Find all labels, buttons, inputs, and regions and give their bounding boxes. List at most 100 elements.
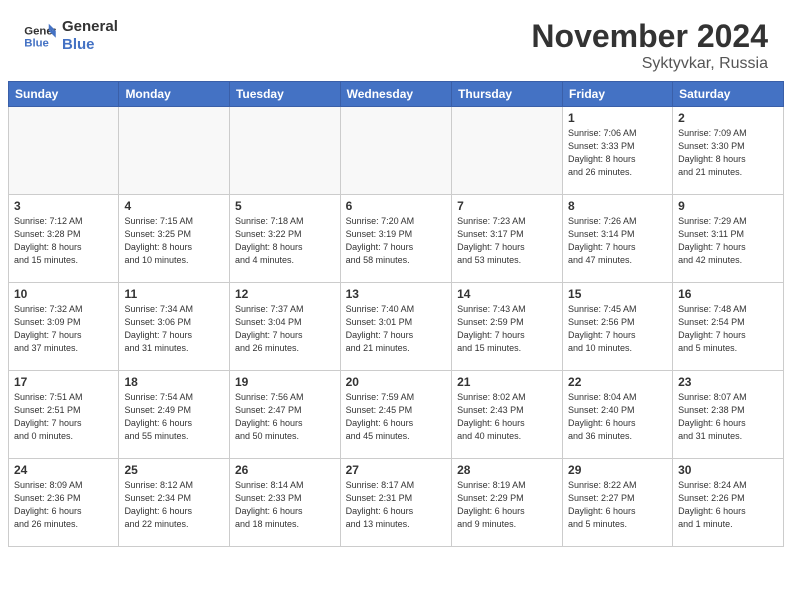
day-info: Sunrise: 8:24 AM Sunset: 2:26 PM Dayligh… <box>678 479 778 531</box>
day-info: Sunrise: 7:12 AM Sunset: 3:28 PM Dayligh… <box>14 215 113 267</box>
day-number: 5 <box>235 199 335 213</box>
day-info: Sunrise: 7:09 AM Sunset: 3:30 PM Dayligh… <box>678 127 778 179</box>
day-number: 13 <box>346 287 446 301</box>
day-number: 16 <box>678 287 778 301</box>
day-number: 25 <box>124 463 224 477</box>
calendar-cell: 16Sunrise: 7:48 AM Sunset: 2:54 PM Dayli… <box>673 283 784 371</box>
weekday-header-saturday: Saturday <box>673 82 784 107</box>
calendar-row: 17 Sunrise: 7:51 AM Sunset: 2:51 PM Dayli… <box>9 371 784 459</box>
day-number: 22 <box>568 375 667 389</box>
day-number: 10 <box>14 287 113 301</box>
day-info: Sunrise: 7:43 AM Sunset: 2:59 PM Dayligh… <box>457 303 557 355</box>
calendar-cell: 27 Sunrise: 8:17 AM Sunset: 2:31 PM Dayli… <box>340 459 451 547</box>
month-title: November 2024 <box>531 18 768 55</box>
calendar-wrapper: SundayMondayTuesdayWednesdayThursdayFrid… <box>0 81 792 555</box>
calendar-row: 10 Sunrise: 7:32 AM Sunset: 3:09 PM Dayli… <box>9 283 784 371</box>
day-info: Sunrise: 8:04 AM Sunset: 2:40 PM Dayligh… <box>568 391 667 443</box>
calendar-cell: 20 Sunrise: 7:59 AM Sunset: 2:45 PM Dayli… <box>340 371 451 459</box>
calendar-cell <box>119 107 230 195</box>
day-info: Sunrise: 8:22 AM Sunset: 2:27 PM Dayligh… <box>568 479 667 531</box>
location-subtitle: Syktyvkar, Russia <box>531 55 768 73</box>
day-info: Sunrise: 7:15 AM Sunset: 3:25 PM Dayligh… <box>124 215 224 267</box>
day-number: 14 <box>457 287 557 301</box>
title-block: November 2024 Syktyvkar, Russia <box>531 18 768 73</box>
day-info: Sunrise: 7:32 AM Sunset: 3:09 PM Dayligh… <box>14 303 113 355</box>
day-number: 7 <box>457 199 557 213</box>
calendar-cell <box>9 107 119 195</box>
calendar-row: 1Sunrise: 7:06 AM Sunset: 3:33 PM Daylig… <box>9 107 784 195</box>
logo-icon: General Blue <box>24 22 56 50</box>
calendar-cell: 10 Sunrise: 7:32 AM Sunset: 3:09 PM Dayli… <box>9 283 119 371</box>
calendar-cell: 13Sunrise: 7:40 AM Sunset: 3:01 PM Dayli… <box>340 283 451 371</box>
calendar-cell: 15 Sunrise: 7:45 AM Sunset: 2:56 PM Dayli… <box>563 283 673 371</box>
day-info: Sunrise: 7:59 AM Sunset: 2:45 PM Dayligh… <box>346 391 446 443</box>
day-info: Sunrise: 8:07 AM Sunset: 2:38 PM Dayligh… <box>678 391 778 443</box>
day-number: 3 <box>14 199 113 213</box>
day-info: Sunrise: 7:54 AM Sunset: 2:49 PM Dayligh… <box>124 391 224 443</box>
calendar-cell: 22 Sunrise: 8:04 AM Sunset: 2:40 PM Dayli… <box>563 371 673 459</box>
calendar-cell: 23 Sunrise: 8:07 AM Sunset: 2:38 PM Dayli… <box>673 371 784 459</box>
calendar-cell: 21Sunrise: 8:02 AM Sunset: 2:43 PM Dayli… <box>452 371 563 459</box>
day-number: 29 <box>568 463 667 477</box>
calendar-cell: 18 Sunrise: 7:54 AM Sunset: 2:49 PM Dayli… <box>119 371 230 459</box>
logo-text-blue: Blue <box>62 36 118 54</box>
calendar-cell: 8Sunrise: 7:26 AM Sunset: 3:14 PM Daylig… <box>563 195 673 283</box>
day-info: Sunrise: 7:56 AM Sunset: 2:47 PM Dayligh… <box>235 391 335 443</box>
day-info: Sunrise: 7:18 AM Sunset: 3:22 PM Dayligh… <box>235 215 335 267</box>
logo-text-general: General <box>62 18 118 36</box>
calendar-body: 1Sunrise: 7:06 AM Sunset: 3:33 PM Daylig… <box>9 107 784 547</box>
day-number: 17 <box>14 375 113 389</box>
day-number: 9 <box>678 199 778 213</box>
day-number: 21 <box>457 375 557 389</box>
weekday-header-wednesday: Wednesday <box>340 82 451 107</box>
day-number: 24 <box>14 463 113 477</box>
day-info: Sunrise: 8:17 AM Sunset: 2:31 PM Dayligh… <box>346 479 446 531</box>
calendar-row: 3 Sunrise: 7:12 AM Sunset: 3:28 PM Daylig… <box>9 195 784 283</box>
day-info: Sunrise: 7:29 AM Sunset: 3:11 PM Dayligh… <box>678 215 778 267</box>
day-number: 27 <box>346 463 446 477</box>
calendar-cell: 30 Sunrise: 8:24 AM Sunset: 2:26 PM Dayli… <box>673 459 784 547</box>
weekday-header-tuesday: Tuesday <box>229 82 340 107</box>
calendar-cell: 29 Sunrise: 8:22 AM Sunset: 2:27 PM Dayli… <box>563 459 673 547</box>
calendar-cell: 25 Sunrise: 8:12 AM Sunset: 2:34 PM Dayli… <box>119 459 230 547</box>
logo: General Blue General Blue <box>24 18 118 54</box>
calendar-cell <box>229 107 340 195</box>
day-number: 28 <box>457 463 557 477</box>
svg-text:Blue: Blue <box>24 38 49 50</box>
day-info: Sunrise: 7:23 AM Sunset: 3:17 PM Dayligh… <box>457 215 557 267</box>
calendar-cell <box>340 107 451 195</box>
day-info: Sunrise: 7:45 AM Sunset: 2:56 PM Dayligh… <box>568 303 667 355</box>
calendar-cell: 6 Sunrise: 7:20 AM Sunset: 3:19 PM Daylig… <box>340 195 451 283</box>
calendar-cell: 28 Sunrise: 8:19 AM Sunset: 2:29 PM Dayli… <box>452 459 563 547</box>
calendar-cell: 11Sunrise: 7:34 AM Sunset: 3:06 PM Dayli… <box>119 283 230 371</box>
day-info: Sunrise: 7:34 AM Sunset: 3:06 PM Dayligh… <box>124 303 224 355</box>
calendar-cell <box>452 107 563 195</box>
day-info: Sunrise: 7:51 AM Sunset: 2:51 PM Dayligh… <box>14 391 113 443</box>
day-number: 23 <box>678 375 778 389</box>
day-number: 26 <box>235 463 335 477</box>
calendar-cell: 5 Sunrise: 7:18 AM Sunset: 3:22 PM Daylig… <box>229 195 340 283</box>
day-info: Sunrise: 8:19 AM Sunset: 2:29 PM Dayligh… <box>457 479 557 531</box>
day-info: Sunrise: 7:20 AM Sunset: 3:19 PM Dayligh… <box>346 215 446 267</box>
calendar-cell: 26 Sunrise: 8:14 AM Sunset: 2:33 PM Dayli… <box>229 459 340 547</box>
day-number: 19 <box>235 375 335 389</box>
calendar-cell: 9 Sunrise: 7:29 AM Sunset: 3:11 PM Daylig… <box>673 195 784 283</box>
day-number: 1 <box>568 111 667 125</box>
calendar-row: 24Sunrise: 8:09 AM Sunset: 2:36 PM Dayli… <box>9 459 784 547</box>
page-header: General Blue General Blue November 2024 … <box>0 0 792 81</box>
calendar-cell: 7 Sunrise: 7:23 AM Sunset: 3:17 PM Daylig… <box>452 195 563 283</box>
day-number: 15 <box>568 287 667 301</box>
day-info: Sunrise: 8:12 AM Sunset: 2:34 PM Dayligh… <box>124 479 224 531</box>
day-info: Sunrise: 8:14 AM Sunset: 2:33 PM Dayligh… <box>235 479 335 531</box>
calendar-cell: 17 Sunrise: 7:51 AM Sunset: 2:51 PM Dayli… <box>9 371 119 459</box>
calendar-cell: 2 Sunrise: 7:09 AM Sunset: 3:30 PM Daylig… <box>673 107 784 195</box>
day-number: 2 <box>678 111 778 125</box>
calendar-table: SundayMondayTuesdayWednesdayThursdayFrid… <box>8 81 784 547</box>
day-number: 20 <box>346 375 446 389</box>
weekday-header-monday: Monday <box>119 82 230 107</box>
day-number: 30 <box>678 463 778 477</box>
weekday-header-sunday: Sunday <box>9 82 119 107</box>
day-number: 6 <box>346 199 446 213</box>
day-number: 18 <box>124 375 224 389</box>
day-number: 8 <box>568 199 667 213</box>
